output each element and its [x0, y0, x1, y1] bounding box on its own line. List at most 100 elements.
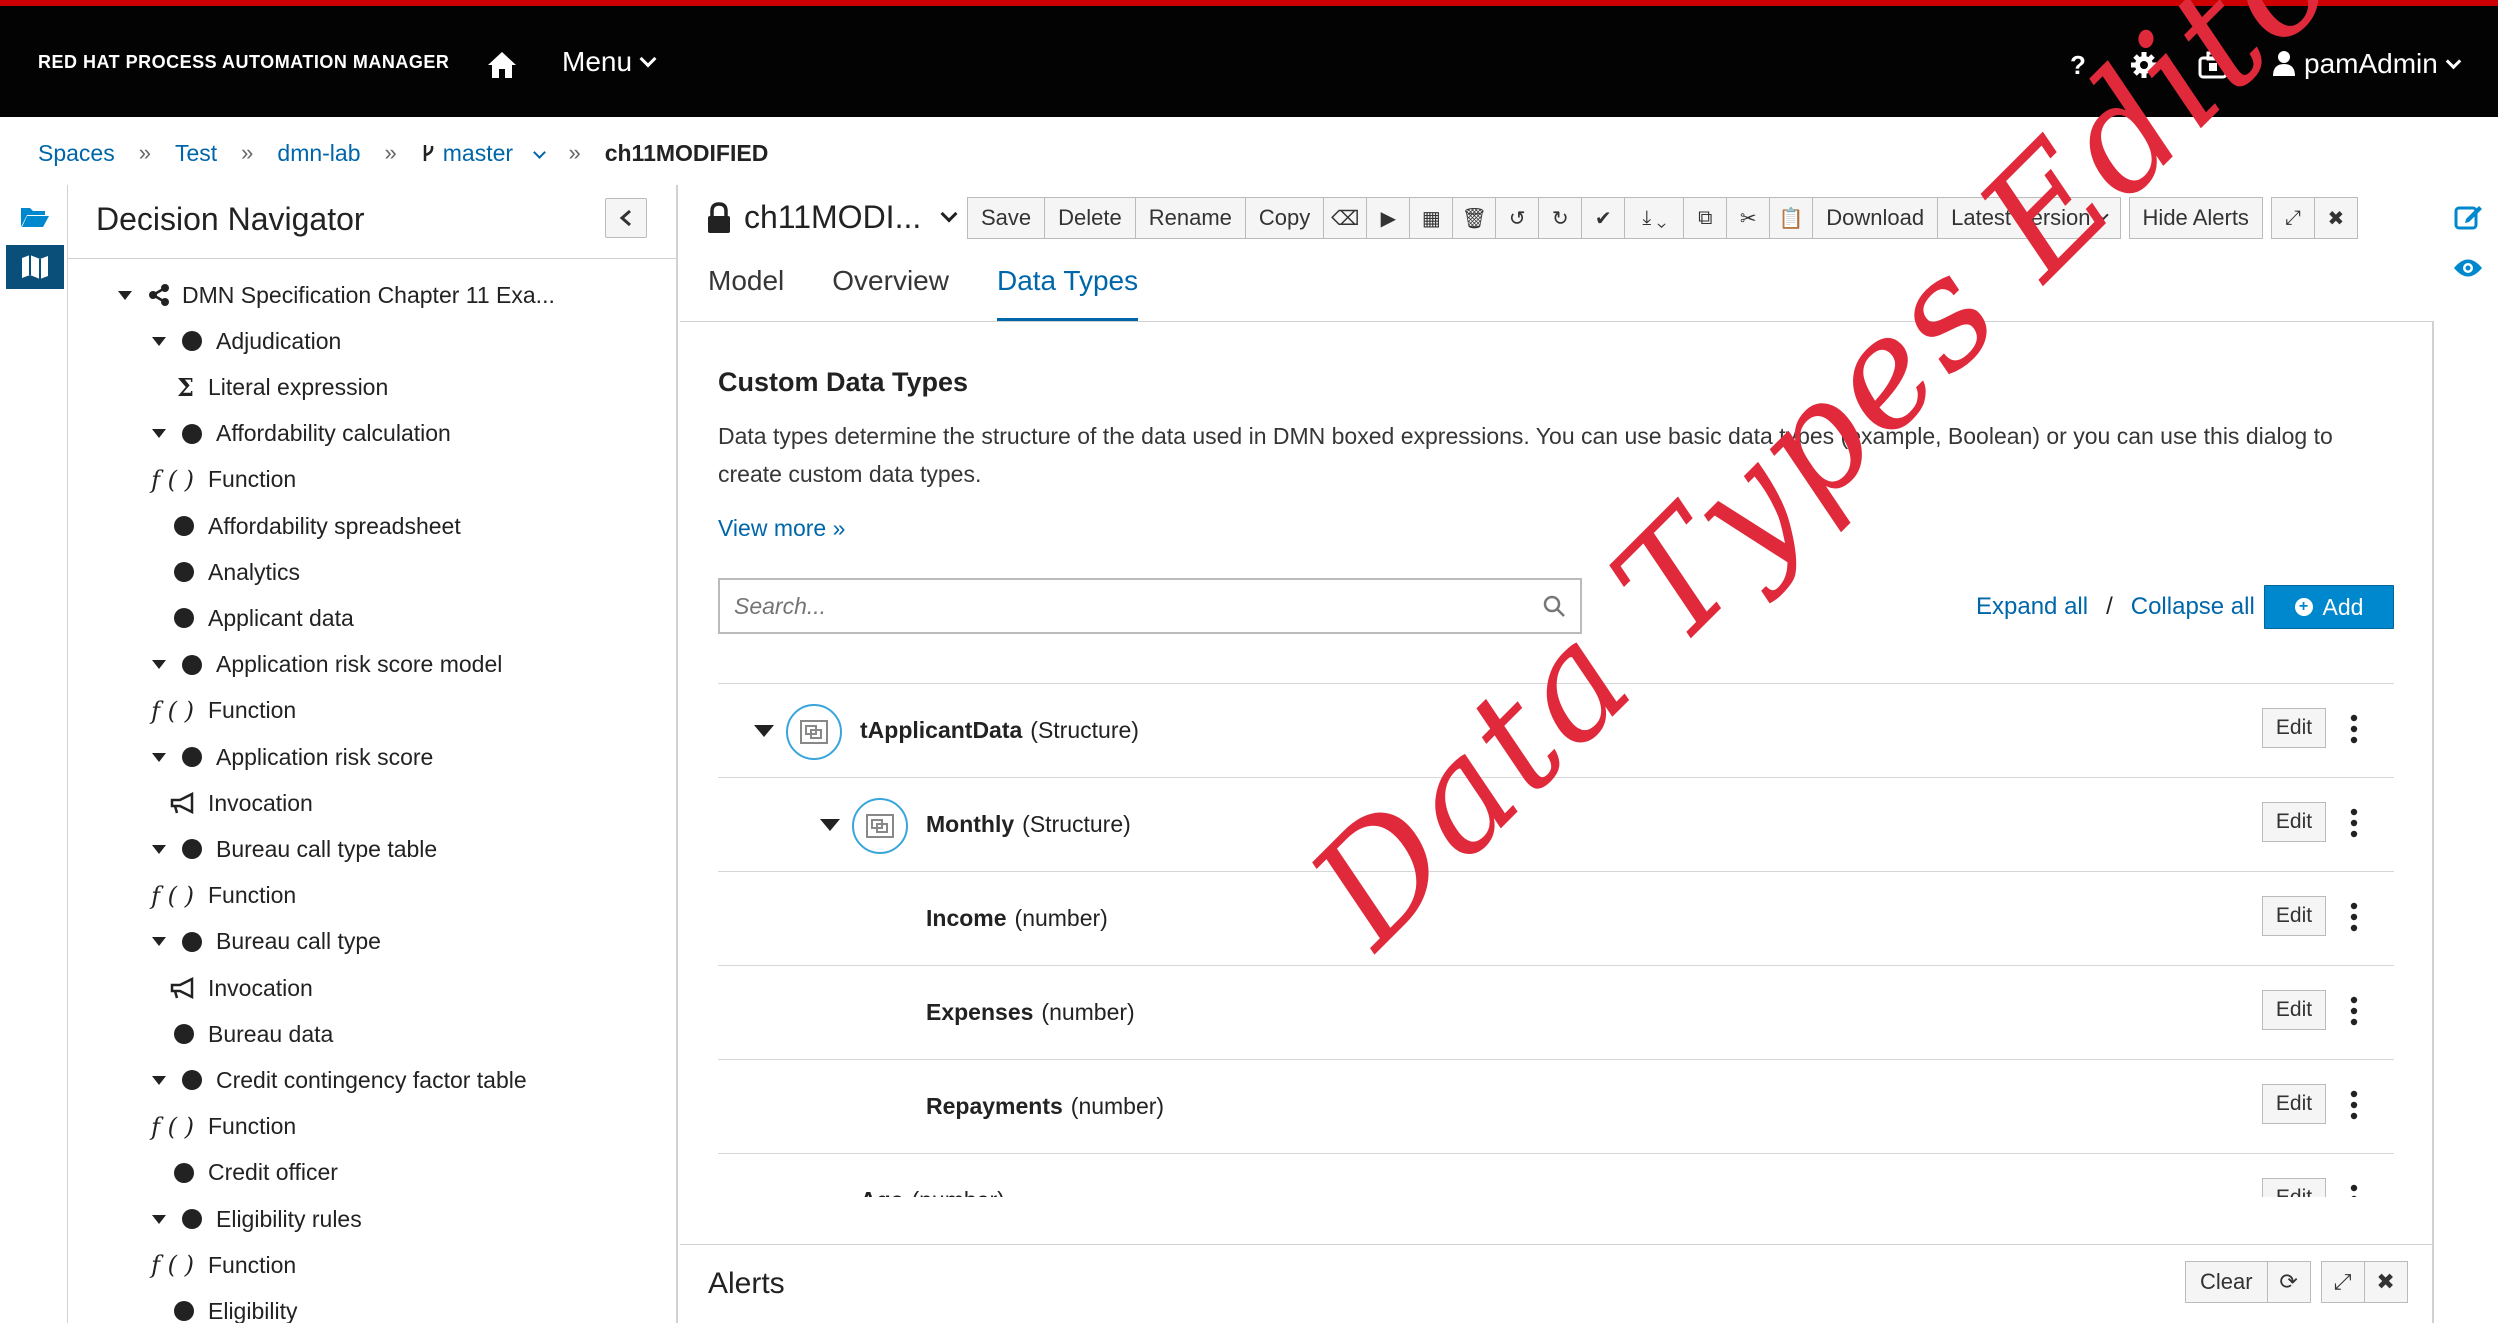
briefcase-icon[interactable]: [2198, 50, 2228, 80]
rename-button[interactable]: Rename: [1134, 197, 1246, 239]
branch-selector[interactable]: master: [421, 140, 547, 167]
tree-item[interactable]: Adjudication: [152, 321, 341, 361]
breadcrumb-spaces[interactable]: Spaces: [38, 140, 115, 167]
caret-down-icon[interactable]: [754, 725, 774, 737]
paste-icon[interactable]: 📋: [1769, 197, 1814, 239]
project-explorer-button[interactable]: [6, 195, 64, 239]
data-type-name[interactable]: tApplicantData: [860, 717, 1022, 743]
eye-icon[interactable]: [2452, 257, 2484, 279]
search-icon[interactable]: [1542, 594, 1566, 618]
undo-icon[interactable]: ↺: [1495, 197, 1540, 239]
decision-navigator-button[interactable]: [6, 245, 64, 289]
tab-data-types[interactable]: Data Types: [996, 265, 1139, 321]
data-type-name[interactable]: Income: [926, 905, 1007, 931]
close-icon[interactable]: ✖: [2363, 1261, 2408, 1303]
tree-item[interactable]: Application risk score: [152, 737, 433, 777]
tree-item[interactable]: Application risk score model: [152, 645, 502, 685]
tree-item[interactable]: Affordability spreadsheet: [174, 506, 461, 546]
tree-item[interactable]: Credit officer: [174, 1153, 338, 1193]
clear-alerts-button[interactable]: Clear: [2185, 1261, 2268, 1303]
caret-down-icon[interactable]: [820, 819, 840, 831]
tree-item[interactable]: Eligibility rules: [152, 1199, 362, 1239]
tab-model[interactable]: Model: [708, 265, 784, 321]
add-data-type-button[interactable]: + Add: [2264, 585, 2394, 629]
caret-down-icon[interactable]: [152, 429, 166, 439]
tree-item[interactable]: Credit contingency factor table: [152, 1060, 527, 1100]
edit-button[interactable]: Edit: [2262, 1084, 2326, 1124]
caret-down-icon[interactable]: [152, 336, 166, 346]
tree-item[interactable]: Analytics: [174, 552, 300, 592]
caret-down-icon[interactable]: [118, 290, 132, 300]
maximize-icon[interactable]: ⤢: [2320, 1261, 2365, 1303]
kebab-menu-icon[interactable]: [2350, 808, 2358, 838]
tab-overview[interactable]: Overview: [832, 265, 949, 321]
caret-down-icon[interactable]: [152, 752, 166, 762]
kebab-menu-icon[interactable]: [2350, 1090, 2358, 1120]
tree-item[interactable]: DMN Specification Chapter 11 Exa...: [118, 275, 555, 315]
edit-button[interactable]: Edit: [2262, 896, 2326, 936]
check-icon[interactable]: ✔: [1581, 197, 1626, 239]
home-icon[interactable]: [486, 50, 518, 80]
caret-down-icon[interactable]: [152, 660, 166, 670]
help-icon[interactable]: ?: [2070, 50, 2086, 80]
cut-icon[interactable]: ✂: [1726, 197, 1771, 239]
latest-version-dropdown[interactable]: Latest Version: [1937, 197, 2121, 239]
export-dropdown-icon[interactable]: ⤓ ⌄: [1624, 197, 1685, 239]
menu-dropdown[interactable]: Menu: [562, 46, 657, 78]
copy-button[interactable]: Copy: [1244, 197, 1325, 239]
tree-item[interactable]: f ( ) Function: [140, 876, 296, 916]
edit-button[interactable]: Edit: [2262, 708, 2326, 748]
caret-down-icon[interactable]: [152, 937, 166, 947]
trash-icon[interactable]: 🗑: [1452, 197, 1497, 239]
tree-item[interactable]: Bureau call type table: [152, 829, 437, 869]
tree-item[interactable]: Applicant data: [174, 598, 354, 638]
eraser-icon[interactable]: ⌫: [1323, 197, 1368, 239]
kebab-menu-icon[interactable]: [2350, 996, 2358, 1026]
delete-button[interactable]: Delete: [1044, 197, 1136, 239]
search-input[interactable]: [720, 580, 1520, 632]
kebab-menu-icon[interactable]: [2350, 714, 2358, 744]
save-button[interactable]: Save: [967, 197, 1046, 239]
edit-button[interactable]: Edit: [2262, 1178, 2326, 1197]
redo-icon[interactable]: ↻: [1538, 197, 1583, 239]
close-icon[interactable]: ✖: [2313, 197, 2358, 239]
tree-item[interactable]: Bureau call type: [152, 922, 381, 962]
tree-item[interactable]: f ( ) Function: [140, 1245, 296, 1285]
caret-down-icon[interactable]: [152, 844, 166, 854]
breadcrumb-dmn-lab[interactable]: dmn-lab: [277, 140, 360, 167]
hide-alerts-button[interactable]: Hide Alerts: [2128, 197, 2263, 239]
edit-button[interactable]: Edit: [2262, 990, 2326, 1030]
tree-item[interactable]: Affordability calculation: [152, 414, 451, 454]
maximize-icon[interactable]: ⤢: [2270, 197, 2315, 239]
tree-item[interactable]: f ( ) Function: [140, 1107, 296, 1147]
data-type-name[interactable]: Repayments: [926, 1093, 1063, 1119]
tree-item[interactable]: Invocation: [140, 783, 313, 823]
data-type-name[interactable]: Monthly: [926, 811, 1014, 837]
expand-all-link[interactable]: Expand all: [1976, 593, 2088, 621]
data-type-name[interactable]: Age: [860, 1187, 903, 1197]
refresh-icon[interactable]: ⟳: [2266, 1261, 2311, 1303]
duplicate-icon[interactable]: ⧉: [1683, 197, 1728, 239]
brand-logo[interactable]: RED HAT PROCESS AUTOMATION MANAGER: [38, 52, 449, 73]
tree-item[interactable]: f ( ) Function: [140, 691, 296, 731]
play-icon[interactable]: ▶: [1366, 197, 1411, 239]
collapse-all-link[interactable]: Collapse all: [2131, 593, 2255, 621]
kebab-menu-icon[interactable]: [2350, 902, 2358, 932]
view-more-link[interactable]: View more »: [718, 515, 845, 542]
tree-item[interactable]: f ( ) Function: [140, 460, 296, 500]
user-menu[interactable]: pamAdmin: [2272, 48, 2462, 80]
tree-item[interactable]: Bureau data: [174, 1014, 333, 1054]
collapse-panel-button[interactable]: [605, 198, 647, 238]
edit-properties-icon[interactable]: [2454, 203, 2484, 231]
tree-item[interactable]: Invocation: [140, 968, 313, 1008]
data-type-name[interactable]: Expenses: [926, 999, 1033, 1025]
file-title-dropdown[interactable]: ch11MODI...: [706, 199, 958, 236]
download-button[interactable]: Download: [1812, 197, 1939, 239]
breadcrumb-test[interactable]: Test: [175, 140, 217, 167]
grid-icon[interactable]: ▦: [1409, 197, 1454, 239]
caret-down-icon[interactable]: [152, 1075, 166, 1085]
kebab-menu-icon[interactable]: [2350, 1184, 2358, 1197]
caret-down-icon[interactable]: [152, 1214, 166, 1224]
tree-item[interactable]: Σ Literal expression: [140, 367, 388, 407]
edit-button[interactable]: Edit: [2262, 802, 2326, 842]
